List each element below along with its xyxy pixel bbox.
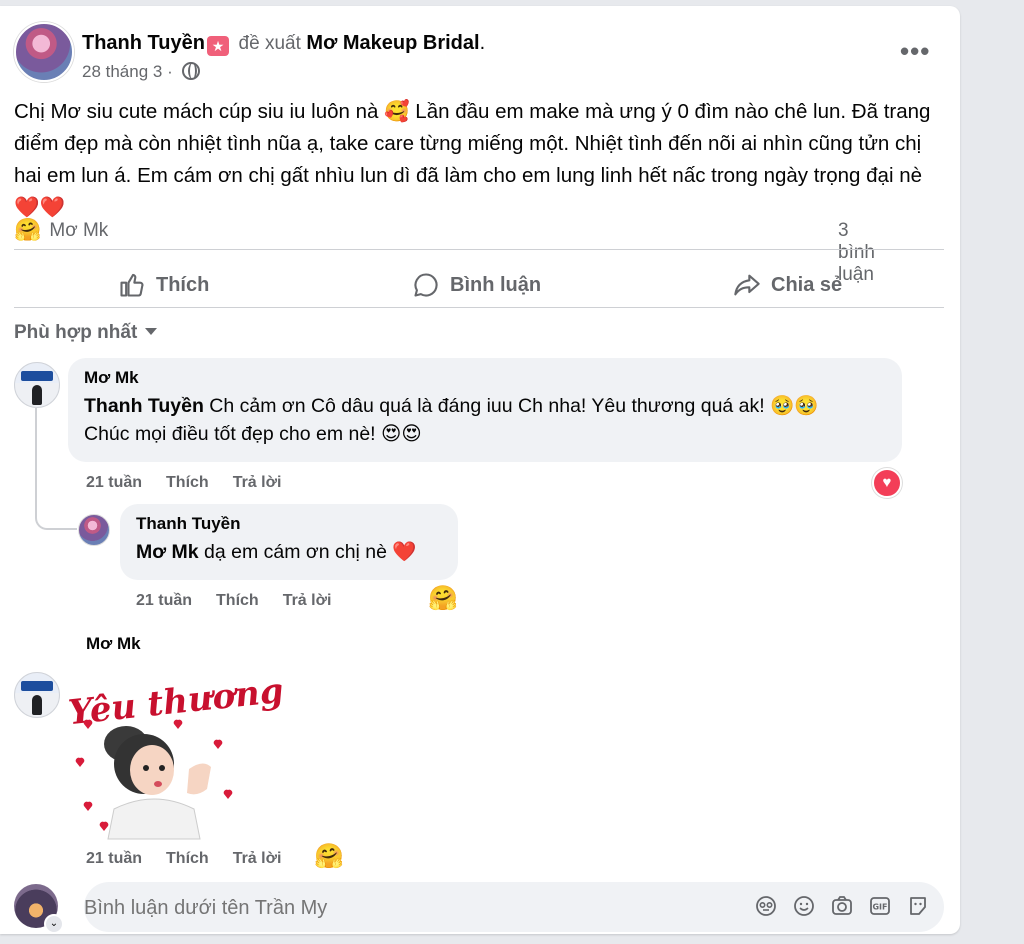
comment-author-name[interactable]: Mơ Mk: [86, 634, 141, 654]
comment-count-link[interactable]: 3 bình luận: [838, 220, 880, 286]
divider-top: [14, 249, 944, 250]
comment-author-name[interactable]: Mơ Mk: [84, 368, 886, 388]
camera-icon[interactable]: [830, 894, 854, 918]
period: .: [479, 32, 486, 54]
reply-text-body: dạ em cám ơn chị nè ❤️: [198, 541, 417, 563]
date-separator: ·: [167, 62, 173, 81]
gif-icon[interactable]: GIF: [868, 894, 892, 918]
reply-reply-button[interactable]: Trả lời: [283, 592, 332, 610]
emoji-icon[interactable]: [792, 894, 816, 918]
comment-button[interactable]: Bình luận: [412, 271, 541, 299]
chevron-down-icon[interactable]: ⌄: [44, 914, 64, 934]
comment-time[interactable]: 21 tuần: [86, 474, 142, 492]
sticker-girl-illustration: [75, 719, 233, 840]
composer-icons: GIF: [754, 894, 930, 918]
mention-link[interactable]: Thanh Tuyền: [84, 395, 204, 417]
comment-text-line-1: Ch cảm ơn Cô dâu quá là đáng iuu Ch nha!…: [203, 395, 819, 417]
reaction-user-name: Mơ Mk: [49, 219, 109, 241]
sort-label: Phù hợp nhất: [14, 322, 138, 343]
comment-author-avatar[interactable]: [14, 362, 60, 408]
comment-like-button[interactable]: Thích: [166, 474, 209, 492]
mention-link[interactable]: Mơ Mk: [136, 541, 199, 563]
recommends-text: đề xuất: [238, 33, 301, 54]
comment-reply-button[interactable]: Trả lời: [233, 474, 282, 492]
comment-label: Bình luận: [450, 273, 542, 296]
post-card: Thanh Tuyền ★ đề xuất Mơ Makeup Bridal. 2…: [0, 6, 960, 934]
svg-text:GIF: GIF: [872, 903, 887, 912]
comment-meta: 21 tuần Thích Trả lời: [86, 850, 281, 868]
avatar-sticker-icon[interactable]: [754, 894, 778, 918]
page-name-link[interactable]: Mơ Makeup Bridal: [306, 32, 479, 54]
comment-icon: [414, 273, 438, 297]
care-reaction-icon[interactable]: 🤗: [314, 842, 344, 870]
post-text: Chị Mơ siu cute mách cúp siu iu luôn nà …: [14, 100, 931, 219]
comment-author-avatar[interactable]: [14, 672, 60, 718]
comment-time[interactable]: 21 tuần: [86, 850, 142, 868]
post-author-name[interactable]: Thanh Tuyền: [82, 32, 205, 54]
post-author-avatar[interactable]: [14, 22, 74, 82]
reply-meta: 21 tuần Thích Trả lời: [136, 592, 331, 610]
share-label: Chia sẻ: [771, 273, 843, 296]
comment-text: Thanh Tuyền Ch cảm ơn Cô dâu quá là đáng…: [84, 392, 886, 448]
post-header: Thanh Tuyền ★ đề xuất Mơ Makeup Bridal.: [82, 32, 485, 56]
more-options-button[interactable]: •••: [900, 36, 930, 67]
sticker-image[interactable]: Yêu thương: [64, 671, 285, 844]
recommend-badge-icon: ★: [206, 36, 229, 56]
reply-bubble: Thanh Tuyền Mơ Mk dạ em cám ơn chị nè ❤️: [120, 504, 458, 580]
reply-time[interactable]: 21 tuần: [136, 592, 192, 610]
reply-author-avatar[interactable]: [78, 514, 110, 546]
care-reaction-icon[interactable]: 🤗: [428, 584, 458, 612]
comment-input[interactable]: [84, 882, 726, 934]
comment-sort-dropdown[interactable]: Phù hợp nhất: [14, 322, 158, 344]
sticker-icon[interactable]: [906, 894, 930, 918]
like-label: Thích: [156, 273, 210, 296]
reaction-summary[interactable]: 🤗 Mơ Mk: [14, 218, 108, 243]
comment-meta: 21 tuần Thích Trả lời: [86, 474, 281, 492]
reply-like-button[interactable]: Thích: [216, 592, 259, 610]
thumbs-up-icon: [120, 273, 144, 297]
post-date[interactable]: 28 tháng 3: [82, 62, 162, 81]
comment-like-button[interactable]: Thích: [166, 850, 209, 868]
comment-composer: GIF: [84, 882, 944, 934]
post-meta: 28 tháng 3 ·: [82, 62, 200, 82]
share-button[interactable]: Chia sẻ: [733, 271, 842, 299]
care-reaction-icon: 🤗: [14, 218, 42, 243]
comment-text-line-2: Chúc mọi điều tốt đẹp cho em nè! 😍😍: [84, 423, 422, 445]
comment-bubble: Mơ Mk Thanh Tuyền Ch cảm ơn Cô dâu quá l…: [68, 358, 902, 462]
reply-author-name[interactable]: Thanh Tuyền: [136, 514, 442, 534]
divider-bottom: [14, 307, 944, 308]
globe-icon: [181, 62, 200, 80]
caret-down-icon: [145, 328, 158, 335]
share-icon: [734, 274, 760, 296]
like-button[interactable]: Thích: [118, 271, 209, 299]
heart-reaction-icon[interactable]: ♥: [872, 468, 902, 498]
reply-text: Mơ Mk dạ em cám ơn chị nè ❤️: [136, 538, 442, 566]
comment-reply-button[interactable]: Trả lời: [233, 850, 282, 868]
